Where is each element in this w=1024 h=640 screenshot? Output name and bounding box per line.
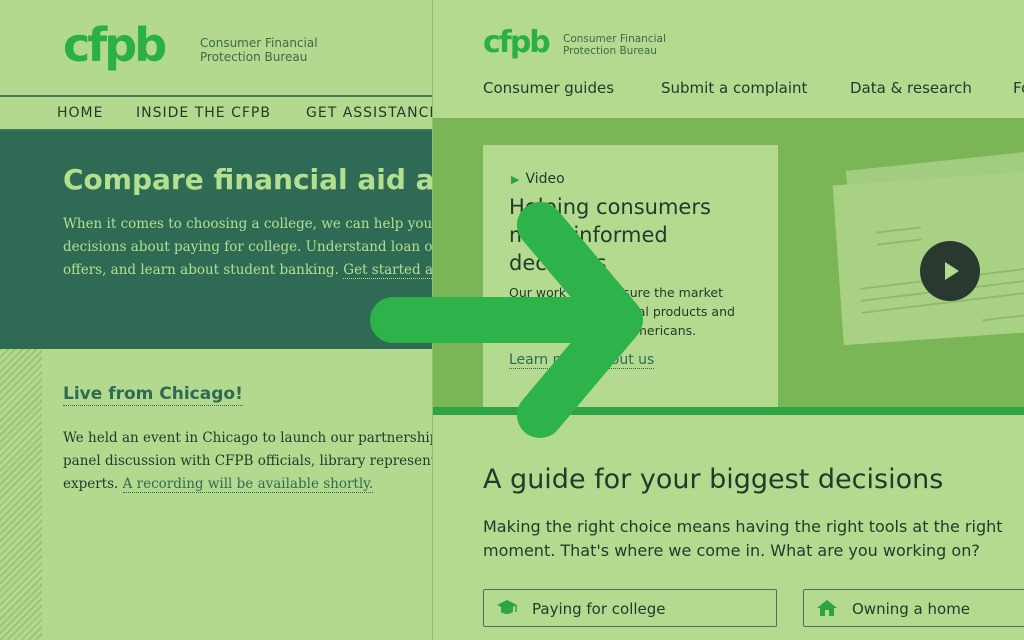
graduation-cap-icon (497, 600, 517, 614)
video-card-title: Helping consumers make informed decision… (509, 193, 759, 277)
card-text-line1: Our work helps ensure the market (509, 285, 724, 300)
old-nav-home[interactable]: HOME (57, 105, 103, 121)
guide-text-line1: Making the right choice means having the… (483, 517, 1003, 536)
hero-bottom-bar (433, 407, 1024, 415)
new-tagline: Consumer Financial Protection Bureau (563, 33, 666, 57)
old-live-text: We held an event in Chicago to launch ou… (63, 427, 432, 496)
card-title-line3: decisions (509, 251, 607, 275)
old-nav-assistance[interactable]: GET ASSISTANCE (306, 105, 432, 121)
old-site-panel: cfpb Consumer Financial Protection Burea… (0, 0, 432, 640)
old-hero-line2: decisions about paying for college. Unde… (63, 239, 432, 255)
new-tagline-line1: Consumer Financial (563, 33, 666, 45)
paying-for-college-button[interactable]: Paying for college (483, 589, 777, 627)
old-header: cfpb Consumer Financial Protection Burea… (0, 0, 432, 97)
old-live-line3: experts. (63, 476, 119, 492)
paying-for-college-label: Paying for college (532, 600, 666, 618)
new-tagline-line2: Protection Bureau (563, 45, 657, 57)
new-logo[interactable]: cfpb (483, 28, 551, 58)
new-nav-more[interactable]: Fo (1013, 79, 1024, 97)
old-tagline-line2: Protection Bureau (200, 50, 308, 64)
owning-a-home-label: Owning a home (852, 600, 971, 618)
play-triangle-icon: ▶ (511, 173, 520, 186)
play-icon (945, 262, 959, 280)
guide-text: Making the right choice means having the… (483, 515, 1024, 563)
new-nav-data[interactable]: Data & research (850, 79, 972, 97)
house-icon (817, 600, 837, 616)
old-logo[interactable]: cfpb (63, 22, 167, 68)
guide-text-line2: moment. That's where we come in. What ar… (483, 541, 980, 560)
card-title-line2: make informed (509, 223, 668, 247)
old-tagline: Consumer Financial Protection Bureau (200, 36, 318, 64)
old-live-line1: We held an event in Chicago to launch ou… (63, 430, 432, 446)
play-button[interactable] (920, 241, 980, 301)
card-title-line1: Helping consumers (509, 195, 711, 219)
card-text-line3: services works for Americans. (509, 323, 697, 338)
old-hero-link[interactable]: Get started an (343, 262, 432, 279)
old-live-link[interactable]: A recording will be available shortly. (122, 476, 374, 493)
owning-a-home-button[interactable]: Owning a home (803, 589, 1024, 627)
old-tagline-line1: Consumer Financial (200, 36, 318, 50)
old-hero-text: When it comes to choosing a college, we … (63, 213, 432, 282)
old-hero: Compare financial aid and When it comes … (0, 131, 432, 349)
old-hero-line3: offers, and learn about student banking. (63, 262, 339, 278)
old-nav-inside[interactable]: INSIDE THE CFPB (136, 105, 271, 121)
video-card: ▶ Video Helping consumers make informed d… (483, 145, 778, 407)
old-live-line2: panel discussion with CFPB officials, li… (63, 453, 432, 469)
video-card-text: Our work helps ensure the market for con… (509, 283, 759, 340)
learn-more-link[interactable]: Learn more about us (509, 352, 655, 369)
new-nav-complaint[interactable]: Submit a complaint (661, 79, 807, 97)
video-label: ▶ Video (511, 171, 565, 187)
old-hero-line1: When it comes to choosing a college, we … (63, 216, 432, 232)
new-nav-guides[interactable]: Consumer guides (483, 79, 614, 97)
old-hero-title: Compare financial aid and (63, 163, 432, 196)
old-live-title[interactable]: Live from Chicago! (63, 384, 243, 406)
card-text-line2: for consumer financial products and (509, 304, 735, 319)
new-site-panel: cfpb Consumer Financial Protection Burea… (432, 0, 1024, 640)
old-nav: HOME INSIDE THE CFPB GET ASSISTANCE (0, 97, 432, 131)
guide-title: A guide for your biggest decisions (483, 464, 944, 495)
old-stripes (0, 349, 42, 640)
video-label-text: Video (525, 171, 565, 187)
